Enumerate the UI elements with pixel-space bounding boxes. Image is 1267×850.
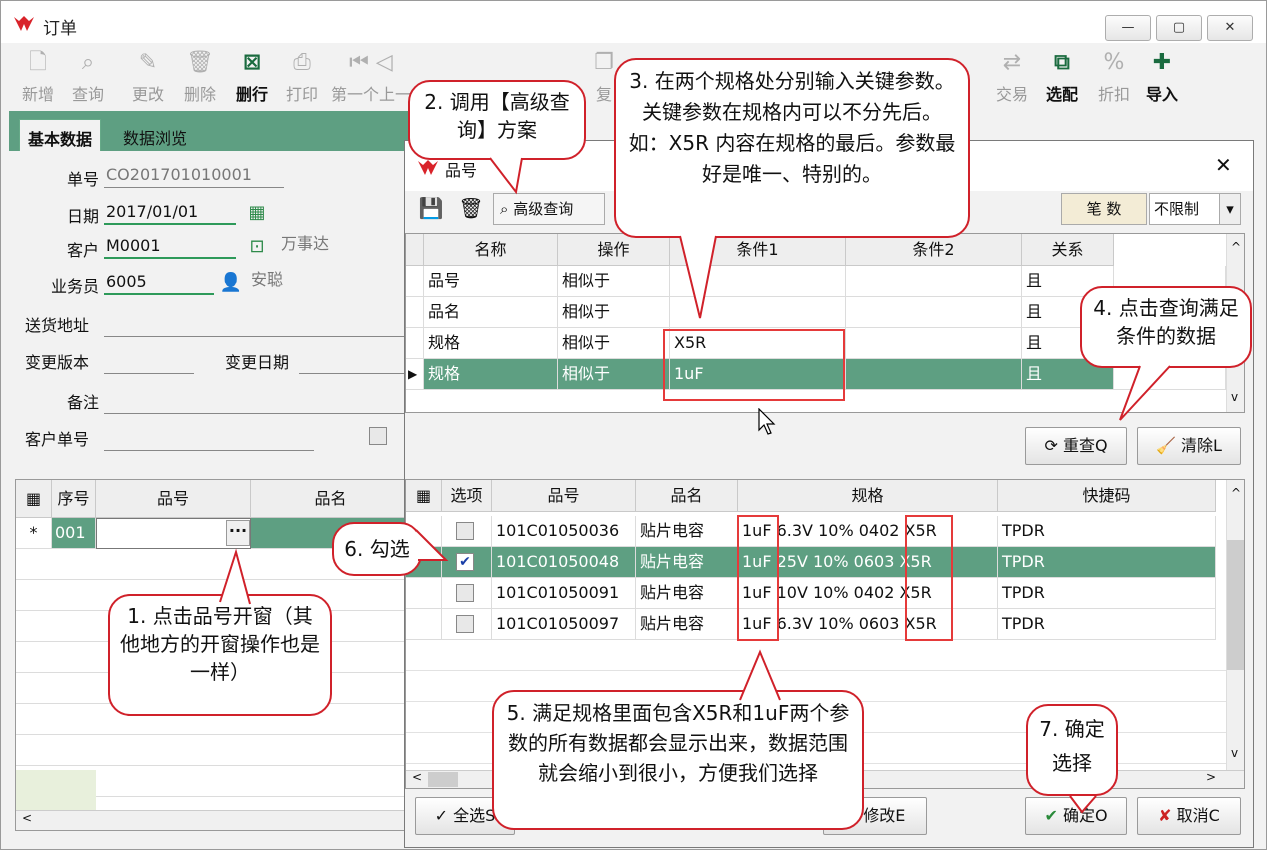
- mouse-cursor-icon: [758, 408, 776, 435]
- callout-pointers: [219, 157, 1171, 814]
